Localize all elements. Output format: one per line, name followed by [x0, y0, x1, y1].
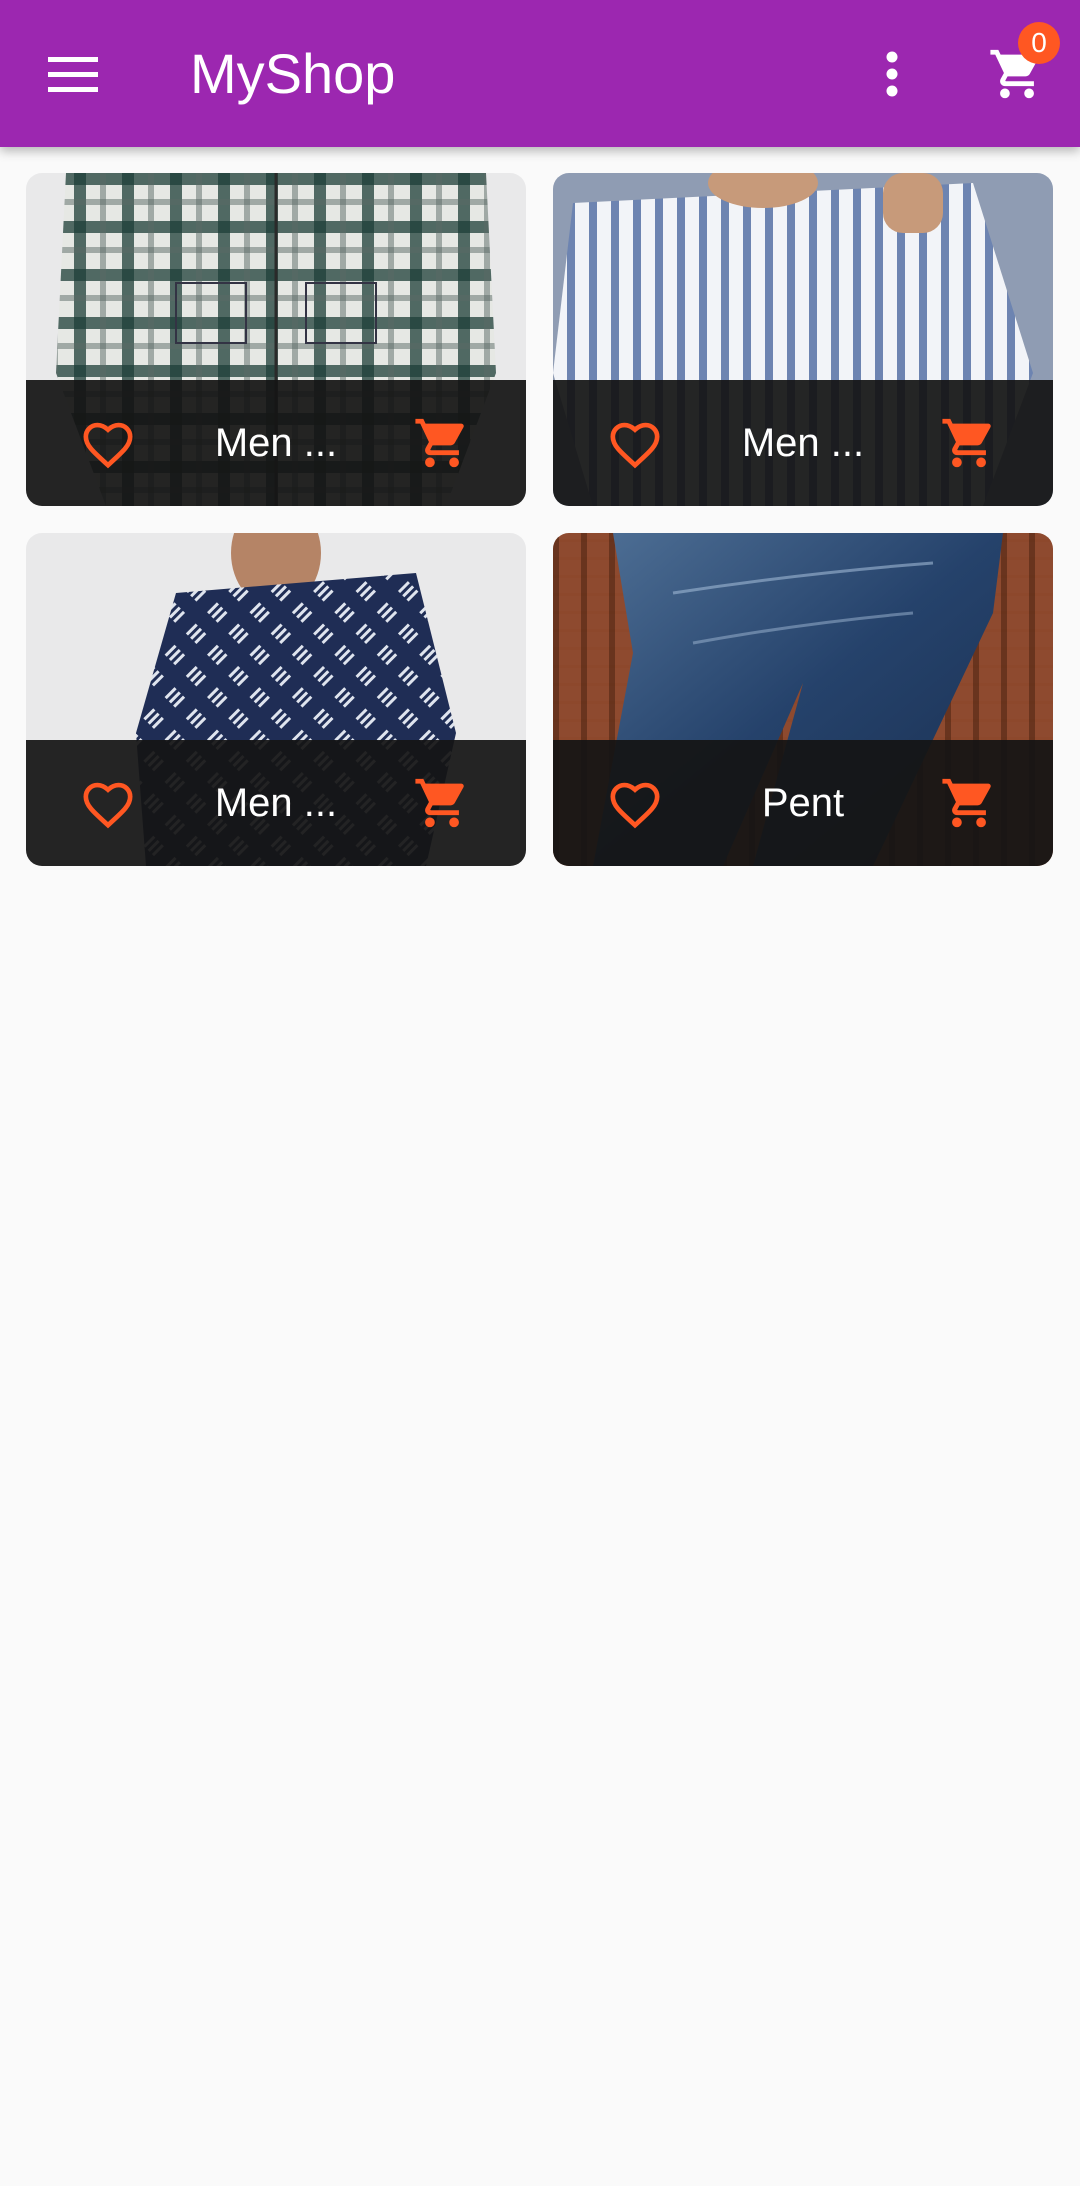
app-bar: MyShop 0	[0, 0, 1080, 147]
add-to-cart-button[interactable]	[411, 413, 473, 473]
cart-icon	[415, 418, 464, 468]
cart-icon	[415, 778, 464, 828]
product-tile-footer: Men ...	[26, 380, 526, 506]
heart-outline-icon	[610, 782, 660, 829]
cart-icon	[942, 778, 991, 828]
menu-button[interactable]	[30, 36, 116, 112]
product-tile-footer: Men ...	[26, 740, 526, 866]
more-options-button[interactable]	[862, 36, 922, 112]
product-tile-footer: Pent	[553, 740, 1053, 866]
add-to-cart-button[interactable]	[938, 773, 1000, 833]
heart-outline-icon	[83, 782, 133, 829]
favorite-button[interactable]	[78, 413, 138, 473]
add-to-cart-button[interactable]	[411, 773, 473, 833]
product-tile[interactable]: Pent	[553, 533, 1053, 866]
more-vert-icon	[886, 51, 898, 97]
product-name: Men ...	[214, 781, 338, 825]
favorite-button[interactable]	[78, 773, 138, 833]
product-tile-footer: Men ...	[553, 380, 1053, 506]
product-name: Men ...	[214, 421, 338, 465]
favorite-button[interactable]	[605, 413, 665, 473]
product-name: Men ...	[741, 421, 865, 465]
hamburger-menu-icon	[48, 57, 98, 92]
cart-count-badge: 0	[1018, 22, 1060, 64]
favorite-button[interactable]	[605, 773, 665, 833]
app-title: MyShop	[190, 42, 396, 105]
add-to-cart-button[interactable]	[938, 413, 1000, 473]
product-tile[interactable]: Men ...	[553, 173, 1053, 506]
product-grid: Men ... Men ... Men ... Pent	[0, 0, 1080, 2186]
heart-outline-icon	[610, 422, 660, 469]
heart-outline-icon	[83, 422, 133, 469]
product-tile[interactable]: Men ...	[26, 533, 526, 866]
product-name: Pent	[761, 781, 845, 825]
cart-icon	[942, 418, 991, 468]
product-tile[interactable]: Men ...	[26, 173, 526, 506]
